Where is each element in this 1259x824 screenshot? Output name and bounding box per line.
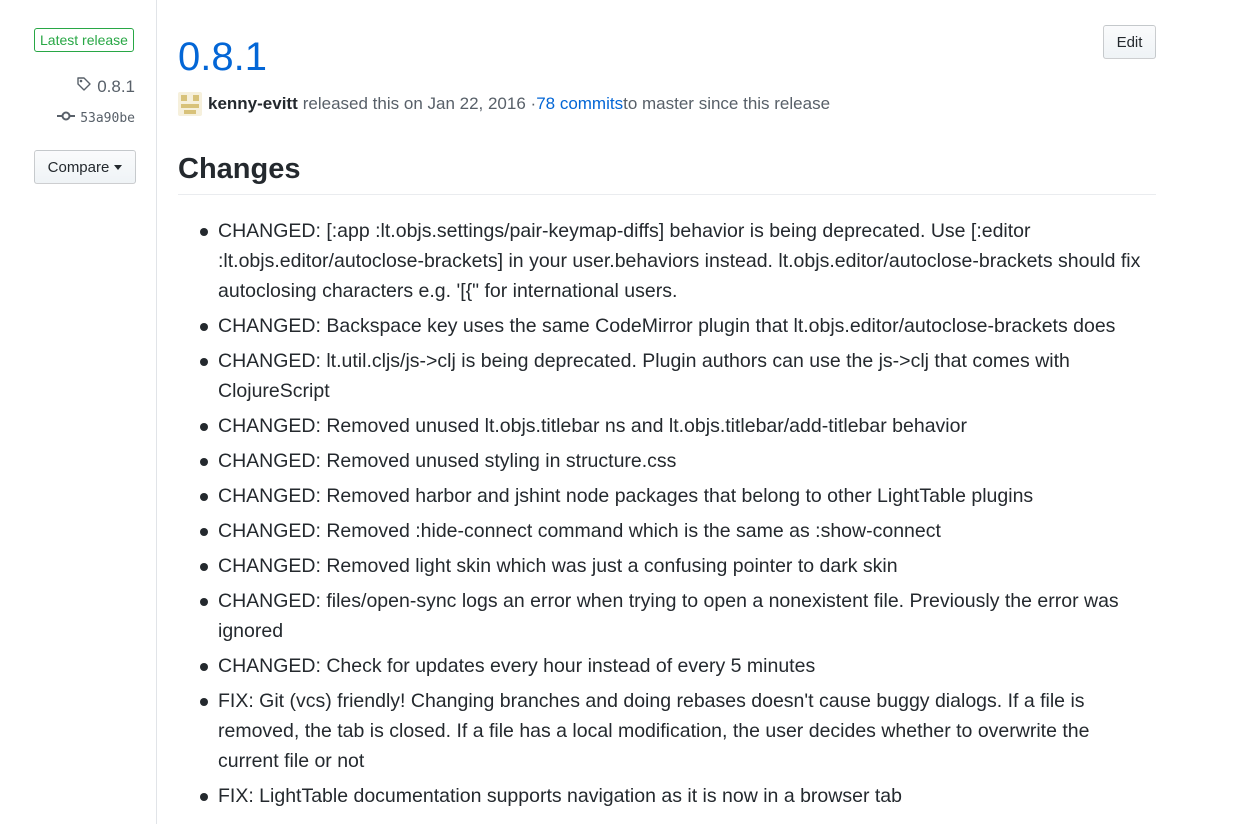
author-link[interactable]: kenny-evitt [208,94,298,114]
list-item: CHANGED: Backspace key uses the same Cod… [200,311,1154,341]
edit-button[interactable]: Edit [1103,25,1156,59]
list-item: CHANGED: files/open-sync logs an error w… [200,586,1154,646]
released-text: released this on Jan 22, 2016 · [302,94,537,113]
list-item: CHANGED: Check for updates every hour in… [200,651,1154,681]
compare-label: Compare [47,158,110,176]
list-item: CHANGED: [:app :lt.objs.settings/pair-ke… [200,216,1154,306]
list-item: CHANGED: lt.util.cljs/js->clj is being d… [200,346,1154,406]
list-item: CHANGED: Removed light skin which was ju… [200,551,1154,581]
list-item: CHANGED: Removed unused styling in struc… [200,446,1154,476]
latest-release-badge: Latest release [34,28,134,52]
tag-label: 0.8.1 [97,76,135,96]
commits-suffix: to master since this release [623,94,831,113]
heading-divider [178,194,1156,195]
commit-sha: 53a90be [80,110,135,126]
edit-label: Edit [1116,33,1143,51]
tag-icon [76,76,92,97]
git-commit-icon [57,110,76,126]
list-item: FIX: LightTable documentation supports n… [200,781,1154,811]
release-page: Latest release 0.8.1 53a90be Compare 0.8… [0,0,1259,824]
list-item: CHANGED: Removed unused lt.objs.titlebar… [200,411,1154,441]
list-item: CHANGED: Removed harbor and jshint node … [200,481,1154,511]
list-item: CHANGED: Removed :hide-connect command w… [200,516,1154,546]
list-item: FIX: Git (vcs) friendly! Changing branch… [200,686,1154,776]
caret-down-icon [114,164,123,170]
release-byline: kenny-evitt released this on Jan 22, 201… [178,92,830,116]
compare-button[interactable]: Compare [34,150,136,184]
avatar[interactable] [178,92,202,116]
release-commit[interactable]: 53a90be [57,110,135,126]
changes-heading: Changes [178,153,301,185]
release-title[interactable]: 0.8.1 [178,33,267,81]
commits-link[interactable]: 78 commits [536,94,623,114]
release-meta-sidebar: Latest release 0.8.1 53a90be Compare [0,0,157,824]
release-tag[interactable]: 0.8.1 [76,76,135,97]
changes-list: CHANGED: [:app :lt.objs.settings/pair-ke… [200,216,1154,816]
